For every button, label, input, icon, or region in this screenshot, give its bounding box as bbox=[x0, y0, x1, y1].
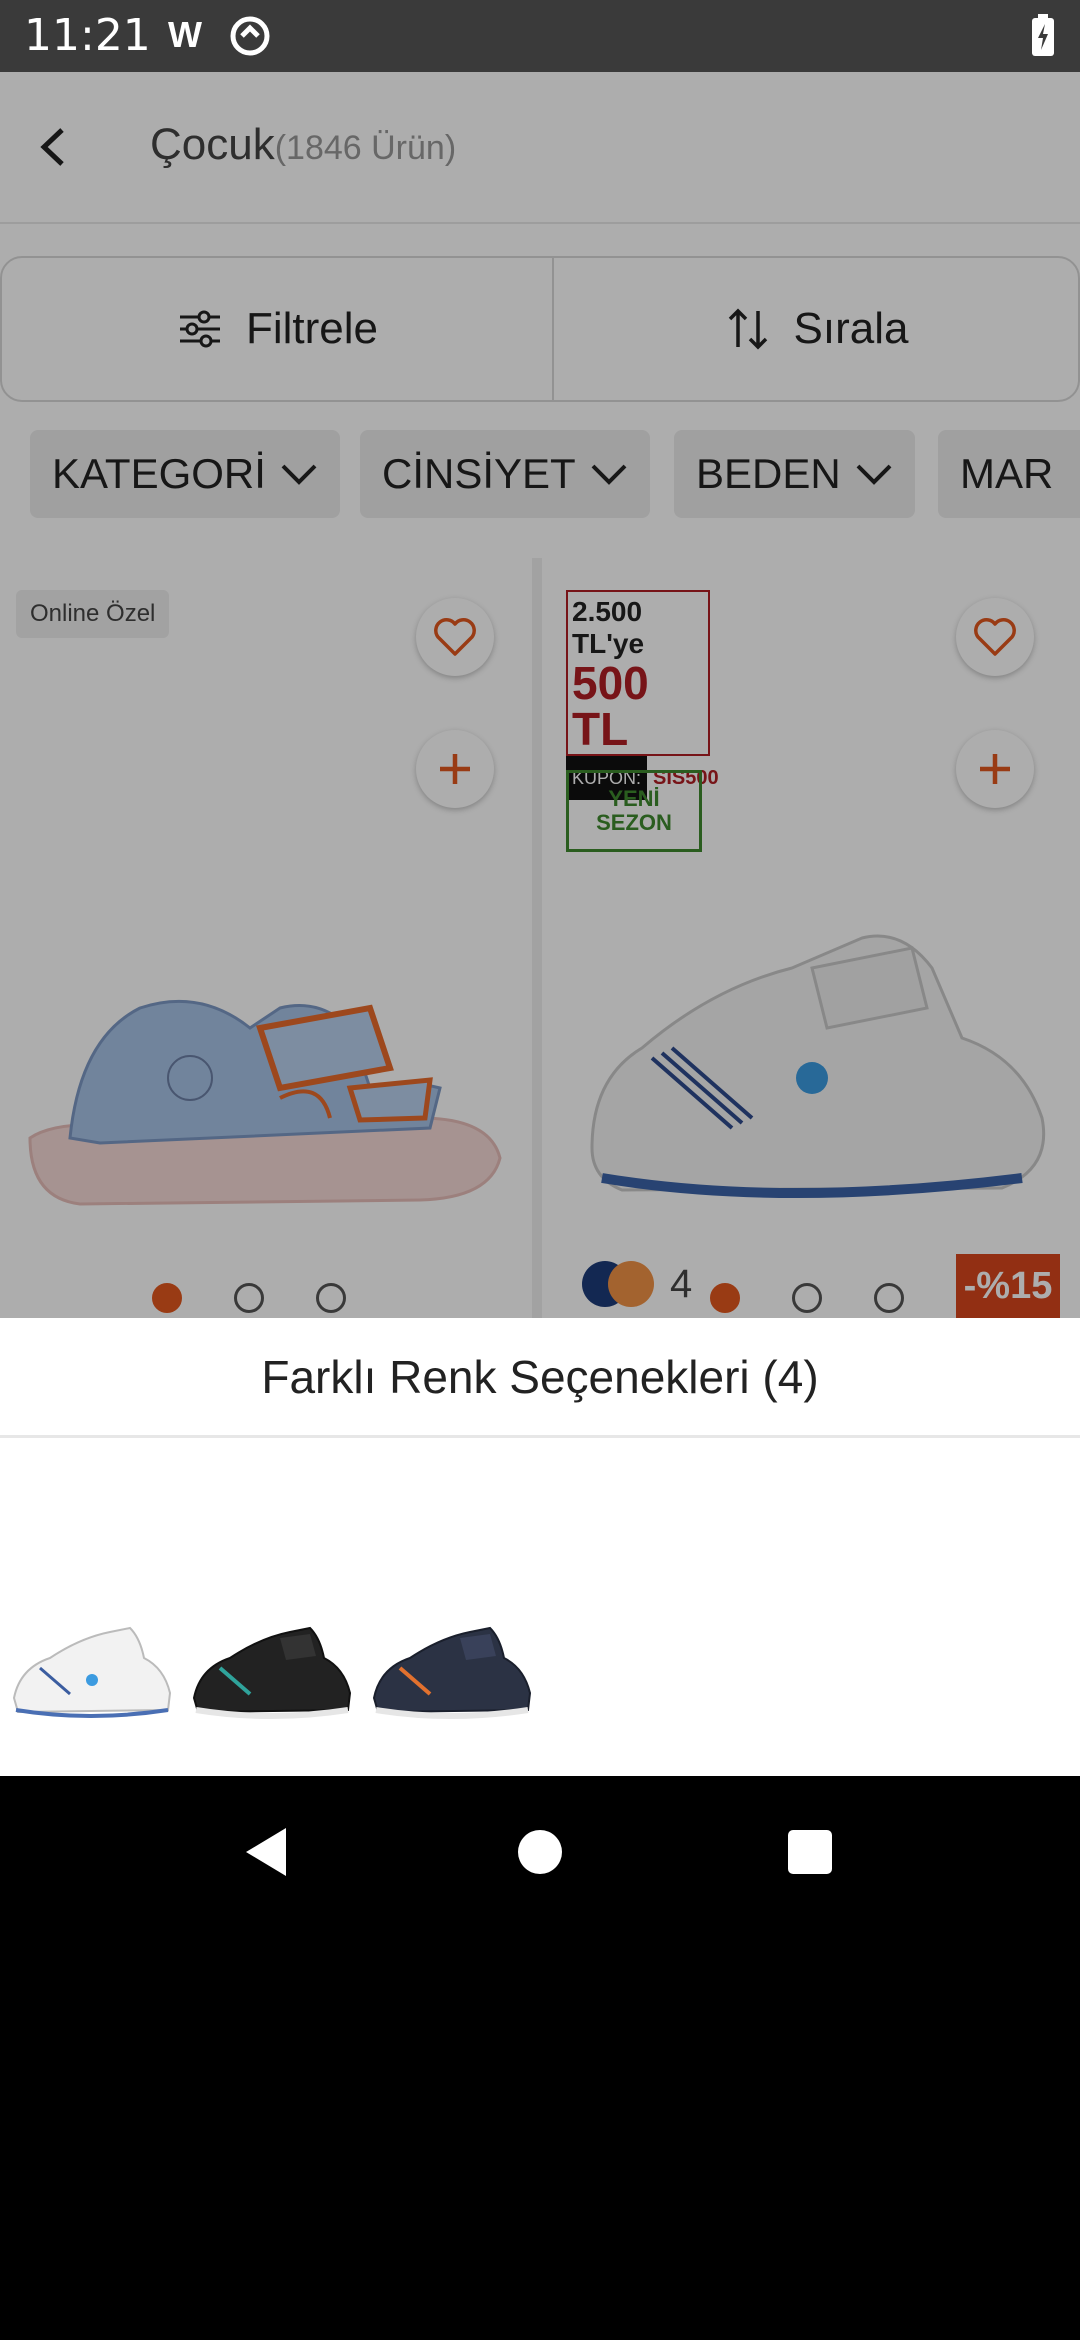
white-sneaker-thumbnail bbox=[12, 1626, 172, 1718]
color-variant-white[interactable] bbox=[0, 1618, 180, 1784]
color-variant-navy-orange[interactable] bbox=[360, 1618, 540, 1748]
sync-icon bbox=[230, 16, 270, 56]
color-options-sheet: Farklı Renk Seçenekleri (4) bbox=[0, 1318, 1080, 1784]
system-nav-bar bbox=[0, 1776, 1080, 2340]
status-time: 11:21 bbox=[24, 10, 151, 61]
w-icon: W bbox=[168, 14, 202, 55]
sheet-title: Farklı Renk Seçenekleri (4) bbox=[0, 1318, 1080, 1438]
navy-orange-sneaker-thumbnail bbox=[372, 1626, 532, 1719]
nav-back-icon[interactable] bbox=[242, 1826, 290, 1878]
battery-icon bbox=[1032, 14, 1054, 56]
status-bar: 11:21 W bbox=[0, 0, 1080, 72]
modal-scrim[interactable] bbox=[0, 72, 1080, 1318]
color-variant-black[interactable] bbox=[180, 1618, 360, 1748]
black-sneaker-thumbnail bbox=[192, 1626, 352, 1719]
nav-home-icon[interactable] bbox=[516, 1826, 564, 1878]
nav-recents-icon[interactable] bbox=[786, 1826, 834, 1878]
